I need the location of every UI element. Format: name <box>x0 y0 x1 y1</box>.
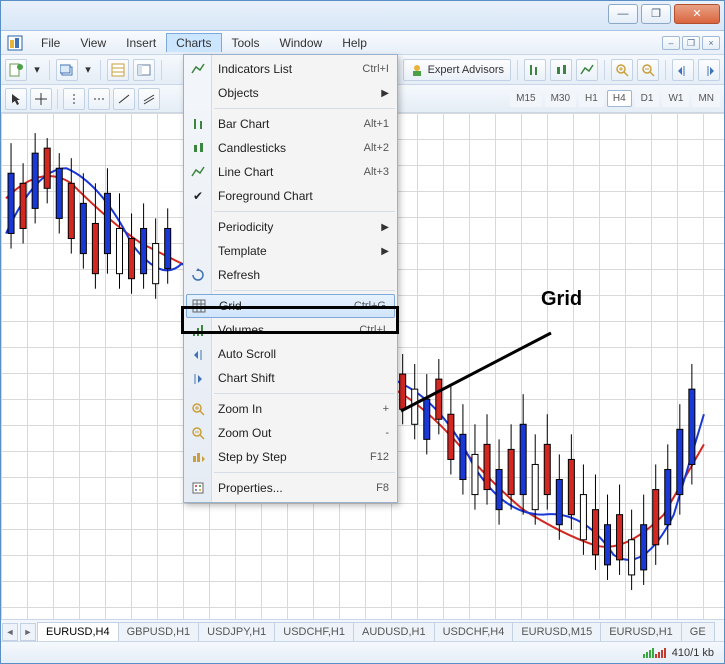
menu-item-autoscroll[interactable]: Auto Scroll <box>184 342 397 366</box>
menu-item-objects[interactable]: Objects▶ <box>184 81 397 105</box>
minimize-button[interactable]: — <box>608 4 638 24</box>
menu-item-refresh[interactable]: Refresh <box>184 263 397 287</box>
status-bar: 410/1 kb <box>1 641 724 663</box>
menu-item-template[interactable]: Template▶ <box>184 239 397 263</box>
menu-item-indicators[interactable]: Indicators ListCtrl+I <box>184 57 397 81</box>
app-logo-icon <box>5 34 25 52</box>
menu-help[interactable]: Help <box>332 33 377 53</box>
zoom-in-button[interactable] <box>611 59 633 81</box>
tf-mn[interactable]: MN <box>692 90 720 107</box>
tab-ge[interactable]: GE <box>681 622 715 641</box>
auto-scroll-button[interactable] <box>672 59 694 81</box>
tf-d1[interactable]: D1 <box>635 90 660 107</box>
menu-item-foreground[interactable]: ✔Foreground Chart <box>184 184 397 208</box>
expert-advisors-button[interactable]: Expert Advisors <box>403 59 511 81</box>
app-window: — ❐ ✕ File View Insert Charts Tools Wind… <box>0 0 725 664</box>
tab-eurusd-h4[interactable]: EURUSD,H4 <box>37 622 119 641</box>
connection-signal-icon <box>643 648 666 658</box>
zoom-out-icon <box>188 423 208 443</box>
menu-bar: File View Insert Charts Tools Window Hel… <box>1 31 724 55</box>
menu-insert[interactable]: Insert <box>116 33 166 53</box>
menu-item-properties[interactable]: Properties...F8 <box>184 476 397 500</box>
tf-m15[interactable]: M15 <box>510 90 541 107</box>
mdi-minimize[interactable]: – <box>662 36 680 50</box>
profiles-button[interactable] <box>56 59 78 81</box>
title-bar: — ❐ ✕ <box>1 1 724 31</box>
menu-window[interactable]: Window <box>270 33 333 53</box>
tab-usdjpy-h1[interactable]: USDJPY,H1 <box>198 622 275 641</box>
tab-eurusd-m15[interactable]: EURUSD,M15 <box>512 622 601 641</box>
menu-item-line-chart[interactable]: Line ChartAlt+3 <box>184 160 397 184</box>
chart-shift-button[interactable] <box>698 59 720 81</box>
new-chart-button[interactable] <box>5 59 27 81</box>
vline-button[interactable] <box>63 88 85 110</box>
menu-item-grid[interactable]: GridCtrl+G <box>186 294 395 318</box>
bar-chart-icon <box>188 114 208 134</box>
menu-item-candlesticks[interactable]: CandlesticksAlt+2 <box>184 136 397 160</box>
channel-button[interactable] <box>138 88 160 110</box>
menu-charts[interactable]: Charts <box>166 33 221 52</box>
expert-icon <box>410 63 424 77</box>
menu-item-periodicity[interactable]: Periodicity▶ <box>184 215 397 239</box>
step-icon <box>188 447 208 467</box>
menu-item-zoom-in[interactable]: Zoom In+ <box>184 397 397 421</box>
properties-icon <box>188 478 208 498</box>
tab-audusd-h1[interactable]: AUDUSD,H1 <box>353 622 435 641</box>
tf-w1[interactable]: W1 <box>662 90 689 107</box>
grid-icon <box>189 296 209 316</box>
chart-tabs: ◄ ► EURUSD,H4 GBPUSD,H1 USDJPY,H1 USDCHF… <box>1 619 724 641</box>
chart-shift-icon <box>188 368 208 388</box>
dropdown-arrow-icon[interactable]: ▾ <box>82 59 94 81</box>
tab-scroll-right[interactable]: ► <box>20 623 36 641</box>
zoom-in-icon <box>188 399 208 419</box>
dropdown-arrow-icon[interactable]: ▾ <box>31 59 43 81</box>
line-chart-icon <box>188 162 208 182</box>
menu-tools[interactable]: Tools <box>222 33 270 53</box>
autoscroll-icon <box>188 344 208 364</box>
line-chart-button[interactable] <box>576 59 598 81</box>
bar-chart-button[interactable] <box>524 59 546 81</box>
annotation-label: Grid <box>541 288 582 311</box>
expert-advisors-label: Expert Advisors <box>428 64 504 76</box>
tab-scroll-left[interactable]: ◄ <box>2 623 18 641</box>
charts-menu-dropdown: Indicators ListCtrl+I Objects▶ Bar Chart… <box>183 54 398 503</box>
tab-gbpusd-h1[interactable]: GBPUSD,H1 <box>118 622 200 641</box>
crosshair-button[interactable] <box>30 88 52 110</box>
menu-view[interactable]: View <box>70 33 116 53</box>
close-button[interactable]: ✕ <box>674 4 720 24</box>
mdi-buttons: – ❐ × <box>662 36 724 50</box>
market-watch-button[interactable] <box>107 59 129 81</box>
status-traffic: 410/1 kb <box>672 647 714 659</box>
hline-button[interactable] <box>88 88 110 110</box>
menu-item-volumes[interactable]: VolumesCtrl+L <box>184 318 397 342</box>
volumes-icon <box>188 320 208 340</box>
refresh-icon <box>188 265 208 285</box>
check-icon: ✔ <box>188 186 208 206</box>
tf-h1[interactable]: H1 <box>579 90 604 107</box>
tab-eurusd-h1[interactable]: EURUSD,H1 <box>600 622 682 641</box>
cursor-button[interactable] <box>5 88 27 110</box>
menu-item-step[interactable]: Step by StepF12 <box>184 445 397 469</box>
tf-m30[interactable]: M30 <box>545 90 576 107</box>
mdi-close[interactable]: × <box>702 36 720 50</box>
mdi-restore[interactable]: ❐ <box>682 36 700 50</box>
maximize-button[interactable]: ❐ <box>641 4 671 24</box>
menu-item-chart-shift[interactable]: Chart Shift <box>184 366 397 390</box>
tab-usdchf-h1[interactable]: USDCHF,H1 <box>274 622 354 641</box>
menu-item-bar-chart[interactable]: Bar ChartAlt+1 <box>184 112 397 136</box>
tf-h4[interactable]: H4 <box>607 90 632 107</box>
indicators-icon <box>188 59 208 79</box>
menu-item-zoom-out[interactable]: Zoom Out- <box>184 421 397 445</box>
zoom-out-button[interactable] <box>637 59 659 81</box>
navigator-button[interactable] <box>133 59 155 81</box>
candle-chart-button[interactable] <box>550 59 572 81</box>
menu-file[interactable]: File <box>31 33 70 53</box>
candlestick-icon <box>188 138 208 158</box>
trendline-button[interactable] <box>113 88 135 110</box>
tab-usdchf-h4[interactable]: USDCHF,H4 <box>434 622 514 641</box>
